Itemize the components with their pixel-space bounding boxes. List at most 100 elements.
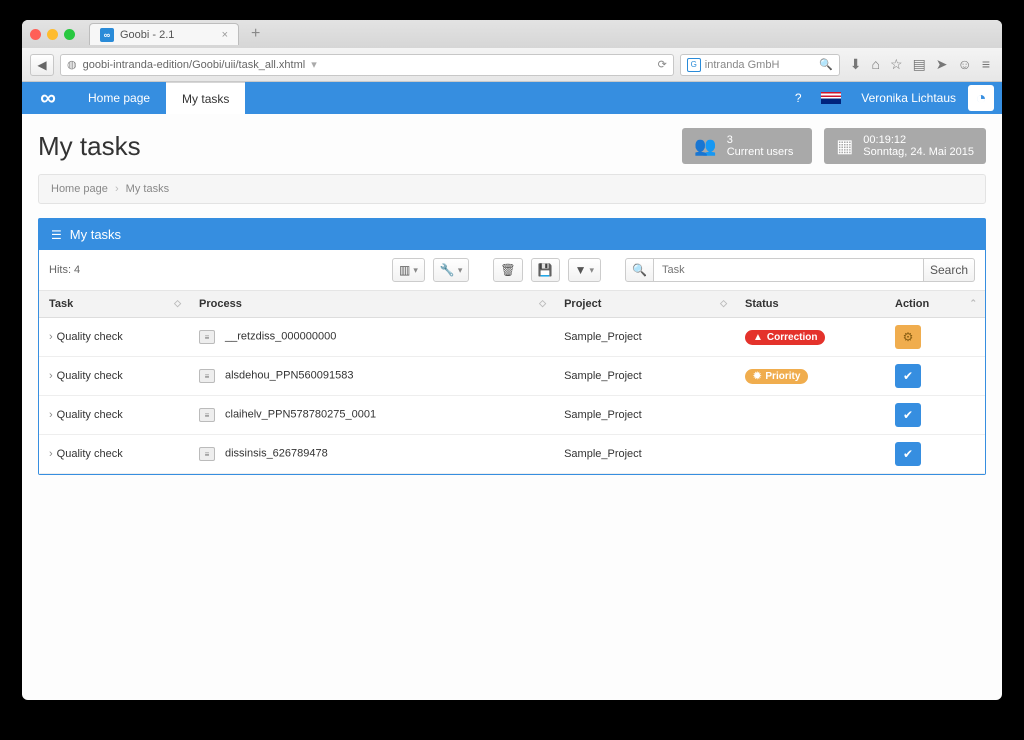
app-logo-icon[interactable]: ∞ — [22, 82, 72, 114]
home-icon[interactable]: ⌂ — [872, 56, 880, 73]
action-accept-button[interactable]: ✔ — [895, 403, 921, 427]
globe-icon: ◍ — [67, 58, 77, 71]
process-icon[interactable]: ≡ — [199, 408, 215, 422]
users-label: Current users — [727, 146, 794, 158]
search-mag-icon: 🔍 — [819, 58, 833, 71]
new-tab-button[interactable]: + — [245, 25, 266, 43]
table-header-row: Task◇ Process◇ Project◇ Status Action⌃ — [39, 291, 985, 318]
dropdown-icon[interactable]: ▾ — [311, 58, 317, 71]
nav-home[interactable]: Home page — [72, 82, 166, 114]
trash-button[interactable]: 🗑 — [493, 258, 522, 282]
browser-tab[interactable]: ∞ Goobi - 2.1 × — [89, 23, 239, 45]
process-name[interactable]: __retzdiss_000000000 — [225, 331, 336, 343]
col-task[interactable]: Task◇ — [39, 291, 189, 318]
browser-tabbar: ∞ Goobi - 2.1 × + — [22, 20, 1002, 48]
task-search: 🔍 Search — [625, 258, 975, 282]
browser-window: ∞ Goobi - 2.1 × + ◀ ◍ goobi-intranda-edi… — [22, 20, 1002, 700]
task-search-input[interactable] — [654, 258, 924, 282]
check-icon: ✔ — [903, 369, 913, 383]
panel-heading: My tasks — [39, 219, 985, 250]
help-icon[interactable]: ? — [783, 82, 813, 114]
clock-box: ▦ 00:19:12 Sonntag, 24. Mai 2015 — [824, 128, 986, 164]
smiley-icon[interactable]: ☺ — [958, 56, 972, 73]
crumb-current: My tasks — [126, 183, 169, 195]
crumb-home[interactable]: Home page — [51, 183, 108, 195]
send-icon[interactable]: ➤ — [936, 56, 948, 73]
users-count: 3 — [727, 134, 794, 146]
col-process[interactable]: Process◇ — [189, 291, 554, 318]
reload-icon[interactable]: ⟳ — [658, 58, 667, 71]
action-accept-button[interactable]: ✔ — [895, 442, 921, 466]
minimize-window-icon[interactable] — [47, 29, 58, 40]
back-button[interactable]: ◀ — [30, 54, 54, 76]
user-name[interactable]: Veronika Lichtaus — [849, 82, 968, 114]
check-icon: ✔ — [903, 408, 913, 422]
breadcrumb: Home page › My tasks — [38, 174, 986, 204]
download-icon[interactable]: ⬇ — [850, 56, 862, 73]
maximize-window-icon[interactable] — [64, 29, 75, 40]
menu-icon[interactable]: ≡ — [982, 56, 990, 73]
search-button[interactable]: Search — [924, 258, 975, 282]
hits-label: Hits: 4 — [49, 264, 80, 276]
panel-toolbar: Hits: 4 ▥ 🔧 🗑 💾 ▼ 🔍 Search — [39, 250, 985, 291]
expand-icon[interactable]: › — [49, 448, 53, 460]
filter-button[interactable]: ▼ — [568, 258, 601, 282]
process-name[interactable]: claihelv_PPN578780275_0001 — [225, 409, 376, 421]
current-users-box[interactable]: 👥 3 Current users — [682, 128, 812, 164]
process-name[interactable]: dissinsis_626789478 — [225, 448, 328, 460]
process-icon[interactable]: ≡ — [199, 330, 215, 344]
sort-icon: ⌃ — [969, 298, 977, 309]
clipboard-icon[interactable]: ▤ — [913, 56, 926, 73]
page-title: My tasks — [38, 131, 670, 162]
nav-tasks-label: My tasks — [182, 92, 229, 106]
page-body: My tasks 👥 3 Current users ▦ 00:19:12 So… — [22, 114, 1002, 700]
action-settings-button[interactable]: ⚙ — [895, 325, 921, 349]
window-controls — [30, 29, 75, 40]
nav-home-label: Home page — [88, 91, 150, 105]
users-icon: 👥 — [694, 136, 716, 157]
task-name[interactable]: Quality check — [57, 448, 123, 460]
tab-title: Goobi - 2.1 — [120, 29, 174, 41]
table-row: › Quality check ≡ alsdehou_PPN560091583 Samp… — [39, 357, 985, 396]
clock-time: 00:19:12 — [863, 134, 974, 146]
expand-icon[interactable]: › — [49, 331, 53, 343]
columns-button[interactable]: ▥ — [392, 258, 425, 282]
project-name: Sample_Project — [564, 331, 642, 343]
search-icon[interactable]: 🔍 — [625, 258, 654, 282]
action-accept-button[interactable]: ✔ — [895, 364, 921, 388]
favicon-icon: ∞ — [100, 28, 114, 42]
col-project[interactable]: Project◇ — [554, 291, 735, 318]
process-icon[interactable]: ≡ — [199, 447, 215, 461]
settings-button[interactable]: 🔧 — [433, 258, 469, 282]
col-status[interactable]: Status — [735, 291, 885, 318]
task-name[interactable]: Quality check — [57, 370, 123, 382]
nav-my-tasks[interactable]: My tasks — [166, 82, 245, 114]
breadcrumb-sep-icon: › — [115, 183, 119, 195]
close-tab-icon[interactable]: × — [222, 29, 228, 41]
col-action[interactable]: Action⌃ — [885, 291, 985, 318]
bookmark-icon[interactable]: ☆ — [890, 56, 903, 73]
project-name: Sample_Project — [564, 409, 642, 421]
process-name[interactable]: alsdehou_PPN560091583 — [225, 370, 353, 382]
expand-icon[interactable]: › — [49, 409, 53, 421]
url-field[interactable]: ◍ goobi-intranda-edition/Goobi/uii/task_… — [60, 54, 674, 76]
language-flag-icon[interactable] — [821, 92, 841, 104]
save-button[interactable]: 💾 — [531, 258, 560, 282]
title-row: My tasks 👥 3 Current users ▦ 00:19:12 So… — [38, 114, 986, 174]
task-name[interactable]: Quality check — [57, 409, 123, 421]
user-name-label: Veronika Lichtaus — [861, 91, 956, 105]
sort-icon: ◇ — [720, 298, 727, 309]
search-placeholder: intranda GmbH — [705, 59, 780, 71]
user-avatar-icon[interactable]: ◔ — [968, 85, 994, 111]
browser-search-field[interactable]: G intranda GmbH 🔍 — [680, 54, 840, 76]
browser-toolbar: ◀ ◍ goobi-intranda-edition/Goobi/uii/tas… — [22, 48, 1002, 82]
task-name[interactable]: Quality check — [57, 331, 123, 343]
table-row: › Quality check ≡ __retzdiss_000000000 Sampl… — [39, 318, 985, 357]
expand-icon[interactable]: › — [49, 370, 53, 382]
app-header: ∞ Home page My tasks ? Veronika Lichtaus… — [22, 82, 1002, 114]
process-icon[interactable]: ≡ — [199, 369, 215, 383]
tasks-panel: My tasks Hits: 4 ▥ 🔧 🗑 💾 ▼ 🔍 Search — [38, 218, 986, 475]
clock-date: Sonntag, 24. Mai 2015 — [863, 146, 974, 158]
close-window-icon[interactable] — [30, 29, 41, 40]
project-name: Sample_Project — [564, 370, 642, 382]
